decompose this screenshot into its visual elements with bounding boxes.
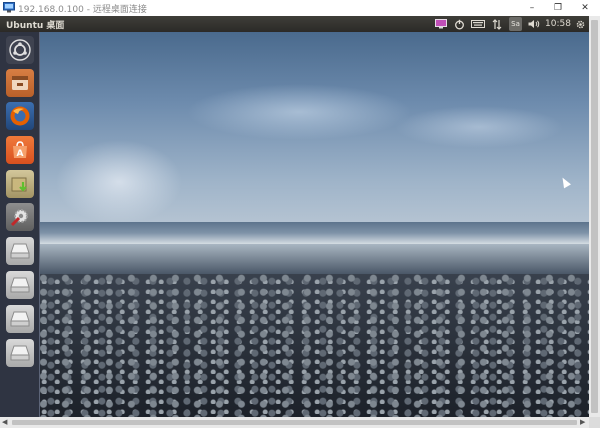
keyboard-icon-glyph bbox=[471, 20, 485, 28]
wallpaper-sea bbox=[39, 222, 589, 244]
drive-icon bbox=[10, 311, 30, 327]
launcher-files-button[interactable] bbox=[6, 69, 34, 97]
system-settings-icon bbox=[10, 209, 28, 227]
software-center-icon: A bbox=[13, 141, 27, 159]
remote-desktop-icon bbox=[3, 2, 15, 13]
input-method-indicator[interactable]: Sa bbox=[509, 17, 522, 31]
input-method-label: Sa bbox=[511, 20, 520, 28]
display-icon-glyph bbox=[435, 19, 447, 29]
firefox-icon bbox=[10, 106, 30, 126]
power-icon[interactable] bbox=[452, 17, 466, 31]
wallpaper-wet-sand bbox=[39, 244, 589, 274]
desktop-wallpaper[interactable] bbox=[39, 32, 589, 417]
launcher-system-settings-button[interactable] bbox=[6, 203, 34, 231]
drive-icon bbox=[10, 243, 30, 259]
rdp-title-bar[interactable]: 192.168.0.100 - 远程桌面连接 – ❐ ✕ bbox=[0, 0, 600, 17]
minimize-button[interactable]: – bbox=[519, 0, 545, 16]
launcher-archive-manager-button[interactable] bbox=[6, 170, 34, 198]
vertical-scrollbar[interactable] bbox=[589, 16, 600, 417]
ubuntu-logo-icon bbox=[9, 39, 31, 61]
keyboard-icon[interactable] bbox=[470, 17, 486, 31]
launcher-drive-3-button[interactable] bbox=[6, 305, 34, 333]
launcher-firefox-button[interactable] bbox=[6, 102, 34, 130]
dash-home-button[interactable] bbox=[6, 36, 34, 64]
volume-icon-glyph bbox=[528, 20, 540, 28]
horizontal-scrollbar[interactable]: ◀ ▶ bbox=[0, 417, 589, 428]
scrollbar-corner bbox=[589, 417, 600, 428]
power-icon-glyph bbox=[454, 19, 464, 29]
drive-icon bbox=[10, 277, 30, 293]
file-manager-icon bbox=[12, 76, 28, 90]
unity-launcher: A bbox=[0, 32, 40, 417]
svg-text:A: A bbox=[17, 149, 24, 159]
panel-window-title: Ubuntu 桌面 bbox=[6, 21, 65, 31]
scroll-left-arrow-icon[interactable]: ◀ bbox=[2, 417, 10, 428]
gear-icon[interactable] bbox=[574, 17, 587, 31]
launcher-drive-1-button[interactable] bbox=[6, 237, 34, 265]
launcher-drive-2-button[interactable] bbox=[6, 271, 34, 299]
launcher-drive-4-button[interactable] bbox=[6, 339, 34, 367]
wallpaper-pebble-beach bbox=[39, 274, 589, 417]
volume-icon[interactable] bbox=[527, 17, 541, 31]
panel-clock[interactable]: 10:58 bbox=[545, 18, 571, 30]
gear-icon-glyph bbox=[576, 20, 585, 28]
display-icon[interactable] bbox=[434, 17, 448, 31]
restore-button[interactable]: ❐ bbox=[545, 0, 571, 16]
scroll-right-arrow-icon[interactable]: ▶ bbox=[580, 417, 588, 428]
archive-install-icon bbox=[11, 177, 27, 192]
horizontal-scroll-thumb[interactable] bbox=[12, 420, 577, 425]
network-icon[interactable] bbox=[490, 17, 504, 31]
ubuntu-top-panel: Ubuntu 桌面 Sa 10:58 bbox=[0, 16, 589, 32]
rdp-window-title: 192.168.0.100 - 远程桌面连接 bbox=[18, 5, 147, 15]
network-arrows-glyph bbox=[492, 18, 502, 30]
launcher-software-center-button[interactable]: A bbox=[6, 136, 34, 164]
vertical-scroll-thumb[interactable] bbox=[591, 20, 598, 413]
close-button[interactable]: ✕ bbox=[572, 0, 598, 16]
remote-desktop-viewport[interactable]: Ubuntu 桌面 Sa 10:58 A bbox=[0, 16, 589, 417]
drive-icon bbox=[10, 345, 30, 361]
